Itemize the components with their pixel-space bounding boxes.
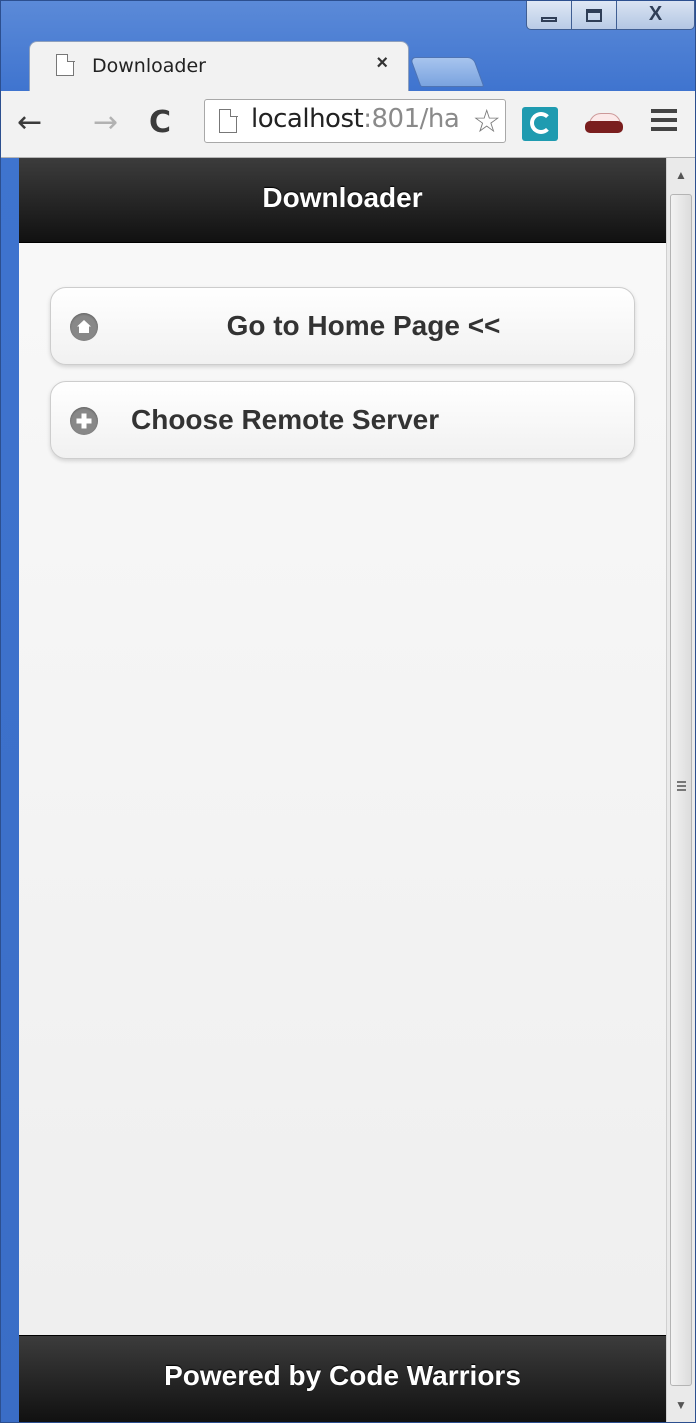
minimize-icon <box>541 16 557 22</box>
maximize-button[interactable] <box>572 1 617 30</box>
url-host: localhost <box>251 104 364 134</box>
grip-icon <box>677 781 686 793</box>
new-tab-button[interactable] <box>409 57 485 87</box>
scrollbar-thumb[interactable] <box>670 194 692 1386</box>
tab-close-icon[interactable]: × <box>376 52 388 75</box>
page-title: Downloader <box>262 182 423 213</box>
back-arrow-icon[interactable]: ← <box>17 105 42 141</box>
tab-title: Downloader <box>92 55 206 77</box>
home-page-button[interactable]: Go to Home Page << <box>50 287 635 365</box>
incognito-mask-icon[interactable] <box>585 113 623 135</box>
close-icon: X <box>648 3 663 25</box>
page-icon <box>219 108 238 133</box>
browser-toolbar: ← → C localhost:801/ha ☆ <box>1 91 695 158</box>
page-viewport: Downloader Go to Home Page << Choose Rem… <box>19 158 666 1422</box>
scroll-up-icon[interactable]: ▲ <box>667 158 695 192</box>
forward-arrow-icon[interactable]: → <box>93 105 118 141</box>
url-path: :801/ha <box>363 104 460 134</box>
page-icon <box>56 53 75 76</box>
maximize-icon <box>586 8 602 22</box>
browser-window: X Downloader × ← → C localhost:801/ha ☆ … <box>0 0 696 1423</box>
home-page-button-label: Go to Home Page << <box>226 310 501 341</box>
vertical-scrollbar[interactable]: ▲ ▼ <box>666 158 695 1422</box>
menu-icon[interactable] <box>651 109 677 131</box>
address-bar[interactable]: localhost:801/ha ☆ <box>204 99 506 143</box>
page-footer: Powered by Code Warriors <box>19 1335 666 1422</box>
browser-tab[interactable]: Downloader × <box>29 41 409 91</box>
scroll-down-icon[interactable]: ▼ <box>667 1388 695 1422</box>
star-icon[interactable]: ☆ <box>470 102 501 140</box>
page-header: Downloader <box>19 158 666 243</box>
minimize-button[interactable] <box>526 1 572 30</box>
choose-server-button[interactable]: Choose Remote Server <box>50 381 635 459</box>
close-window-button[interactable]: X <box>617 1 695 30</box>
footer-text: Powered by Code Warriors <box>164 1360 521 1391</box>
plus-icon <box>70 407 98 435</box>
url-text: localhost:801/ha <box>251 104 460 134</box>
choose-server-button-label: Choose Remote Server <box>131 404 440 435</box>
reload-icon[interactable]: C <box>149 105 171 141</box>
window-controls: X <box>526 1 695 31</box>
extension-icon[interactable] <box>522 107 558 141</box>
